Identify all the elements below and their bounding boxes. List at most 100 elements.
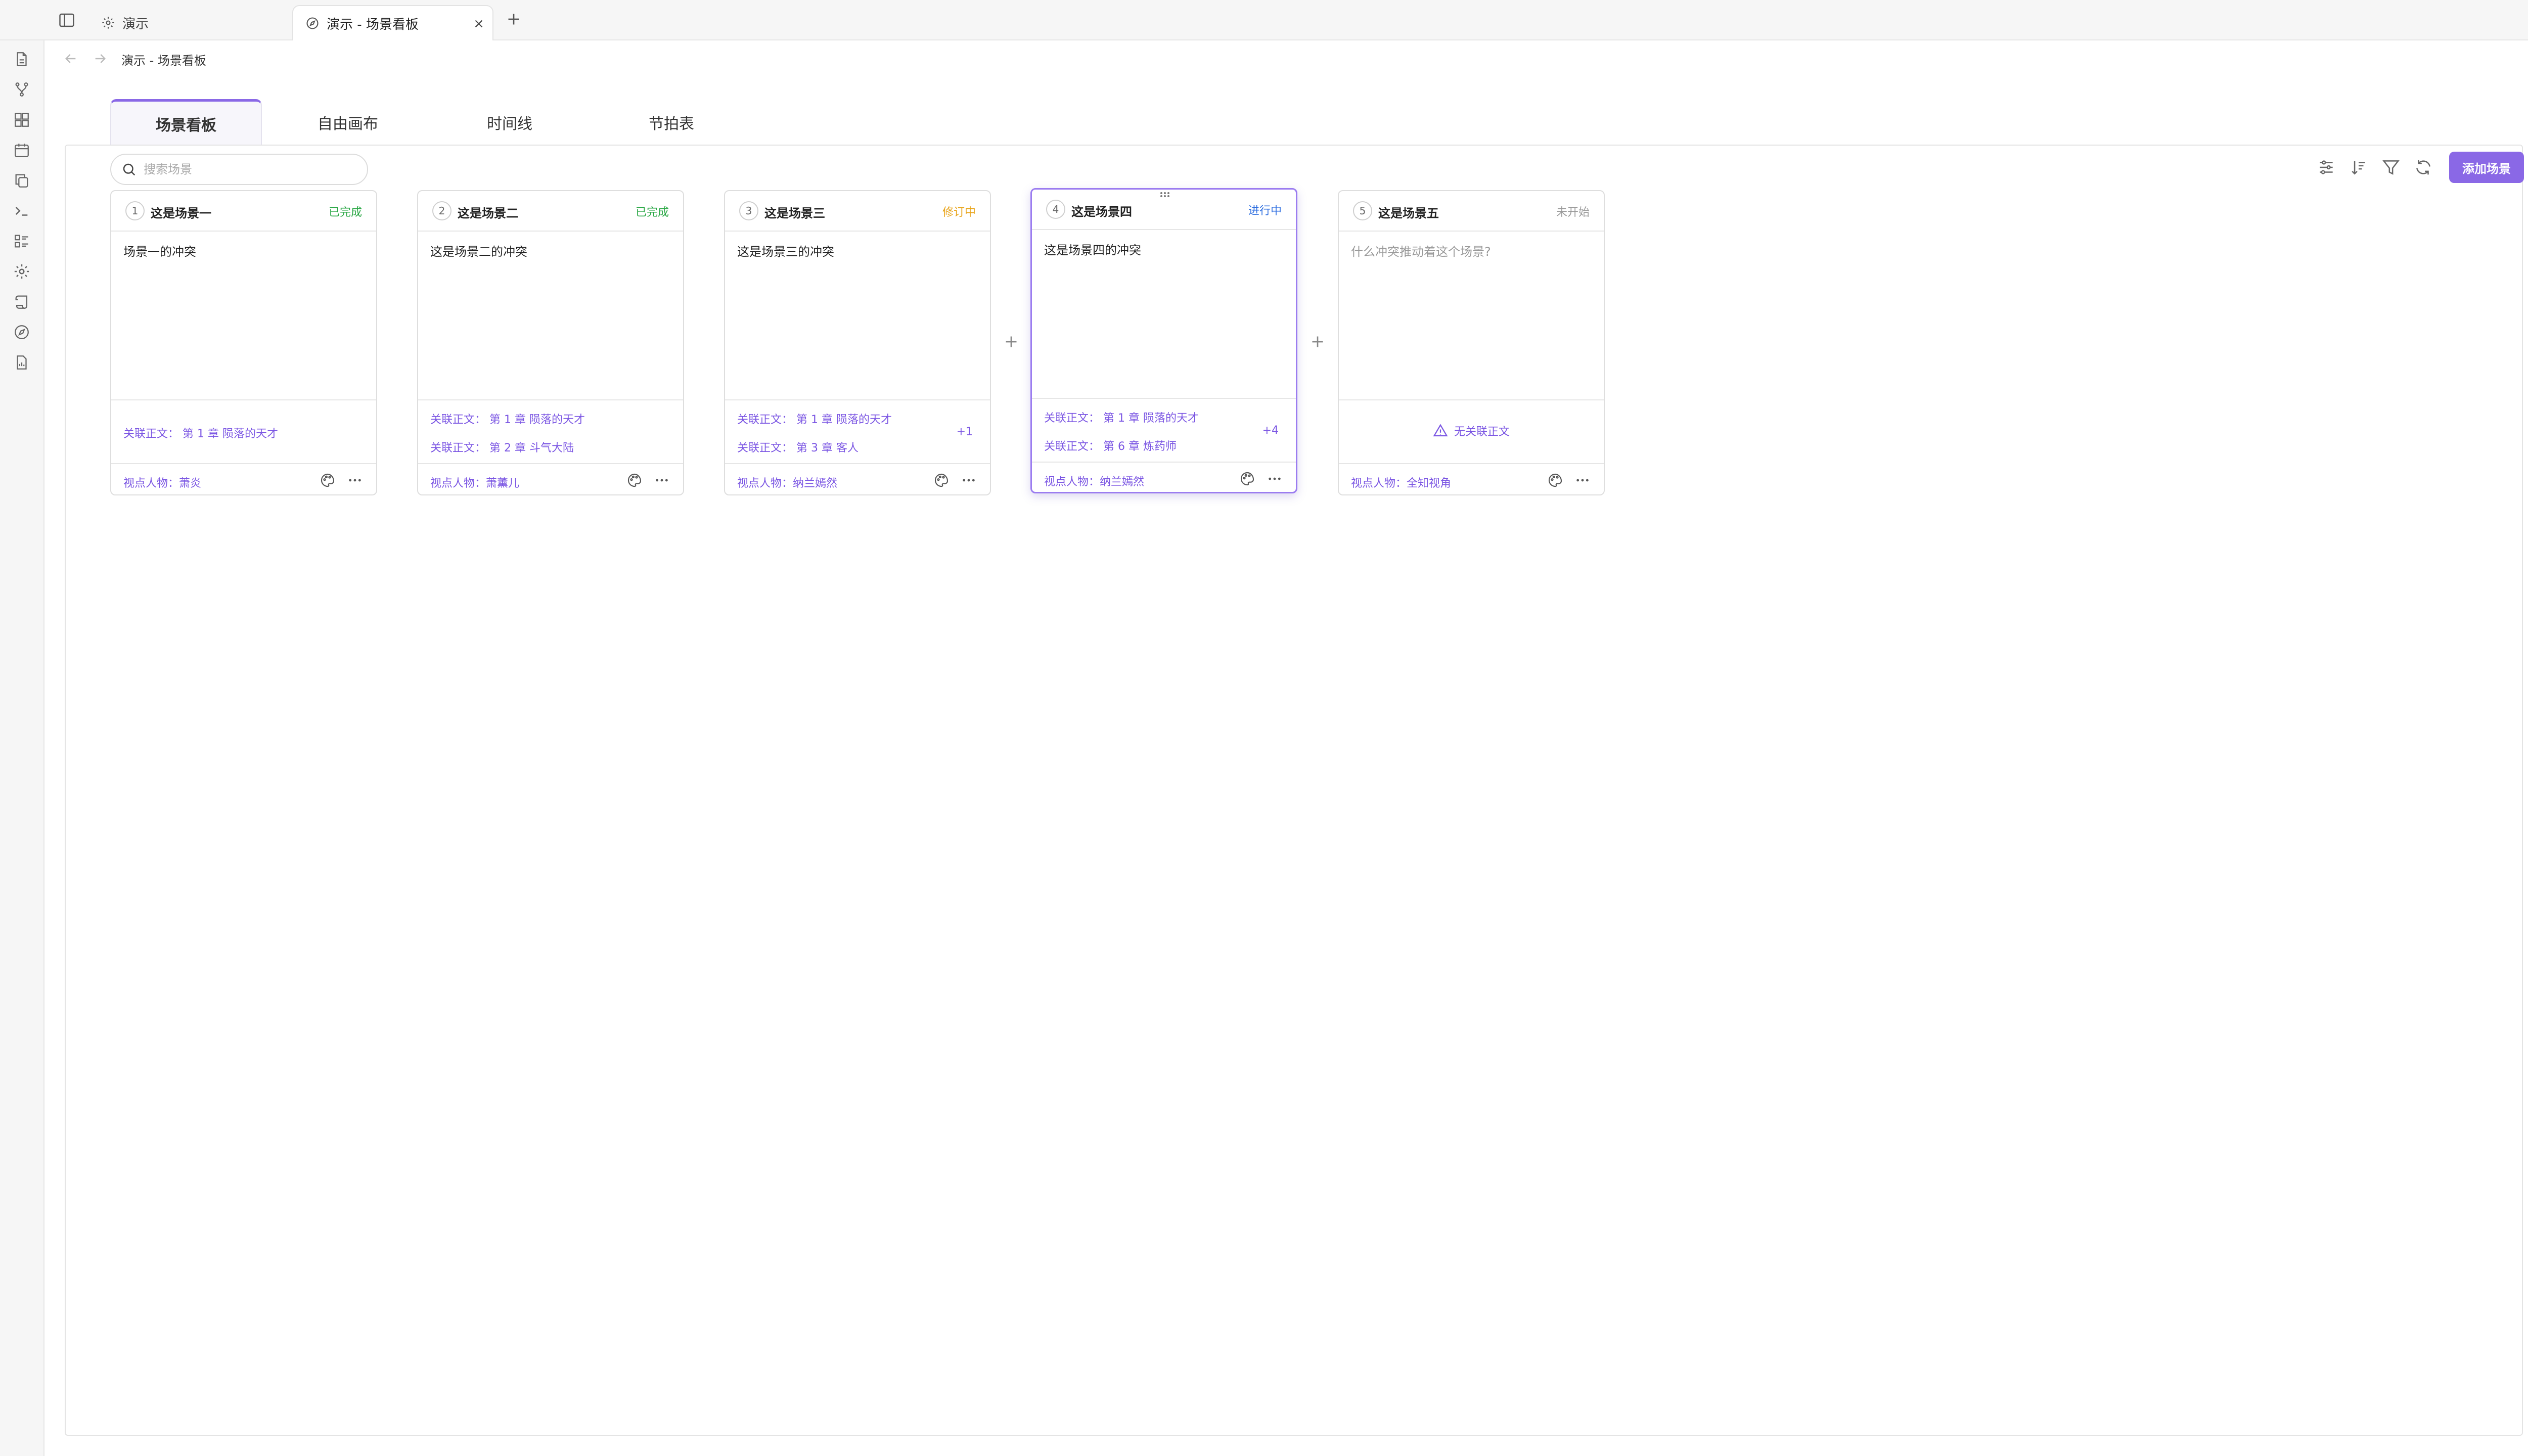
gear-icon <box>101 16 115 30</box>
pov-character[interactable]: 视点人物：萧薰儿 <box>430 474 519 490</box>
scene-card-1[interactable]: 1 这是场景一 已完成 场景一的冲突 关联正文： 第 1 章 陨落的天才 视点人… <box>110 190 377 495</box>
linked-chapter-link[interactable]: 关联正文： 第 3 章 客人 <box>737 439 859 455</box>
scene-title[interactable]: 这是场景五 <box>1378 203 1439 221</box>
report-icon[interactable] <box>13 354 30 371</box>
status-badge[interactable]: 已完成 <box>636 203 669 219</box>
no-linked-chapter[interactable]: 无关联正文 <box>1339 423 1604 439</box>
sidebar-toggle-icon[interactable] <box>58 11 76 29</box>
scene-number: 1 <box>125 201 145 220</box>
tab-beat-sheet[interactable]: 节拍表 <box>596 99 747 146</box>
list-icon[interactable] <box>13 233 30 250</box>
scene-board: 添加场景 1 这是场景一 已完成 场景一的冲突 关联正文： 第 1 章 陨落的天… <box>65 145 2524 1436</box>
status-badge[interactable]: 已完成 <box>329 203 362 219</box>
scene-conflict[interactable]: 场景一的冲突 <box>123 242 196 259</box>
tab-scene-board[interactable]: 演示 - 场景看板 <box>292 5 493 40</box>
new-tab-plus-icon[interactable] <box>505 10 523 28</box>
card-header: 1 这是场景一 已完成 <box>111 191 376 232</box>
palette-icon[interactable] <box>320 472 336 488</box>
dashboard-icon[interactable] <box>13 111 30 128</box>
scene-conflict[interactable]: 这是场景三的冲突 <box>737 242 834 259</box>
more-options-icon[interactable] <box>1574 472 1591 488</box>
status-badge[interactable]: 进行中 <box>1248 202 1282 218</box>
status-badge[interactable]: 修订中 <box>942 203 976 219</box>
scene-title[interactable]: 这是场景四 <box>1071 202 1132 219</box>
scene-card-5[interactable]: 5 这是场景五 未开始 什么冲突推动着这个场景? 无关联正文 视点人物：全知视角 <box>1338 190 1605 495</box>
tab-label: 演示 <box>122 16 149 32</box>
scene-title[interactable]: 这是场景一 <box>151 203 211 221</box>
tab-demo[interactable]: 演示 <box>89 5 289 40</box>
search-input[interactable] <box>143 162 355 177</box>
copy-icon[interactable] <box>13 172 30 189</box>
insert-scene-plus-icon[interactable] <box>1308 333 1327 351</box>
forward-arrow-icon[interactable] <box>92 51 108 67</box>
more-links-count[interactable]: +1 <box>957 426 973 438</box>
git-branch-icon[interactable] <box>13 81 30 98</box>
more-options-icon[interactable] <box>1267 471 1283 487</box>
scene-number: 2 <box>432 201 452 220</box>
scene-number: 5 <box>1353 201 1372 220</box>
linked-chapter-link[interactable]: 关联正文： 第 1 章 陨落的天才 <box>737 411 892 427</box>
card-header: 5 这是场景五 未开始 <box>1339 191 1604 232</box>
sort-icon[interactable] <box>2349 158 2368 177</box>
tab-label: 演示 - 场景看板 <box>327 17 419 32</box>
linked-chapters: 关联正文： 第 1 章 陨落的天才 关联正文： 第 2 章 斗气大陆 <box>418 399 683 463</box>
linked-chapters: 关联正文： 第 1 章 陨落的天才 <box>111 399 376 463</box>
search-icon <box>121 162 137 177</box>
palette-icon[interactable] <box>1239 471 1255 487</box>
refresh-icon[interactable] <box>2414 158 2433 177</box>
more-links-count[interactable]: +4 <box>1262 424 1279 437</box>
palette-icon[interactable] <box>1547 472 1563 488</box>
scene-card-2[interactable]: 2 这是场景二 已完成 这是场景二的冲突 关联正文： 第 1 章 陨落的天才 关… <box>417 190 684 495</box>
file-icon[interactable] <box>13 51 30 68</box>
settings-icon[interactable] <box>13 263 30 280</box>
chevron-down-icon[interactable] <box>2525 11 2528 29</box>
insert-scene-plus-icon[interactable] <box>1002 333 1020 351</box>
card-footer: 视点人物：纳兰嫣然 <box>725 463 990 496</box>
pov-character[interactable]: 视点人物：萧炎 <box>123 474 201 490</box>
status-badge[interactable]: 未开始 <box>1556 203 1590 219</box>
pov-character[interactable]: 视点人物：纳兰嫣然 <box>737 474 837 490</box>
filter-icon[interactable] <box>2381 158 2401 177</box>
sliders-icon[interactable] <box>2317 158 2336 177</box>
scene-title[interactable]: 这是场景二 <box>458 203 518 221</box>
linked-chapters: 关联正文： 第 1 章 陨落的天才 关联正文： 第 3 章 客人 +1 <box>725 399 990 463</box>
linked-chapter-link[interactable]: 关联正文： 第 1 章 陨落的天才 <box>430 411 585 427</box>
palette-icon[interactable] <box>626 472 643 488</box>
scene-conflict[interactable]: 这是场景四的冲突 <box>1044 240 1141 258</box>
calendar-icon[interactable] <box>13 142 30 159</box>
more-options-icon[interactable] <box>347 472 363 488</box>
terminal-icon[interactable] <box>13 202 30 219</box>
card-header: 3 这是场景三 修订中 <box>725 191 990 232</box>
close-icon[interactable] <box>472 17 485 30</box>
scroll-icon[interactable] <box>13 293 30 310</box>
scene-number: 4 <box>1046 200 1065 219</box>
scene-number: 3 <box>739 201 758 220</box>
scene-card-3[interactable]: 3 这是场景三 修订中 这是场景三的冲突 关联正文： 第 1 章 陨落的天才 关… <box>724 190 991 495</box>
back-arrow-icon[interactable] <box>63 51 79 67</box>
scene-title[interactable]: 这是场景三 <box>764 203 825 221</box>
search-box[interactable] <box>110 154 368 185</box>
tab-free-canvas[interactable]: 自由画布 <box>272 99 424 146</box>
card-footer: 视点人物：萧薰儿 <box>418 463 683 496</box>
linked-chapter-link[interactable]: 关联正文： 第 1 章 陨落的天才 <box>123 425 278 441</box>
scene-conflict[interactable]: 这是场景二的冲突 <box>430 242 527 259</box>
card-header: 4 这是场景四 进行中 <box>1032 190 1296 230</box>
more-options-icon[interactable] <box>654 472 670 488</box>
left-ribbon <box>0 40 44 1456</box>
pov-character[interactable]: 视点人物：全知视角 <box>1351 474 1451 490</box>
scene-card-4[interactable]: 4 这是场景四 进行中 这是场景四的冲突 关联正文： 第 1 章 陨落的天才 关… <box>1030 188 1297 493</box>
linked-chapter-link[interactable]: 关联正文： 第 6 章 炼药师 <box>1044 437 1177 453</box>
tab-scene-board-view[interactable]: 场景看板 <box>110 99 262 146</box>
compass-icon[interactable] <box>13 324 30 341</box>
pov-character[interactable]: 视点人物：纳兰嫣然 <box>1044 473 1144 489</box>
tab-timeline[interactable]: 时间线 <box>434 99 585 146</box>
more-options-icon[interactable] <box>961 472 977 488</box>
add-scene-button[interactable]: 添加场景 <box>2449 152 2524 183</box>
palette-icon[interactable] <box>933 472 950 488</box>
linked-chapter-link[interactable]: 关联正文： 第 1 章 陨落的天才 <box>1044 409 1199 425</box>
linked-chapter-link[interactable]: 关联正文： 第 2 章 斗气大陆 <box>430 439 574 455</box>
linked-chapters: 无关联正文 <box>1339 399 1604 463</box>
title-bar: 演示 演示 - 场景看板 <box>0 0 2528 40</box>
nav-header: 演示 - 场景看板 <box>44 40 2528 79</box>
scene-conflict[interactable]: 什么冲突推动着这个场景? <box>1351 242 1491 259</box>
